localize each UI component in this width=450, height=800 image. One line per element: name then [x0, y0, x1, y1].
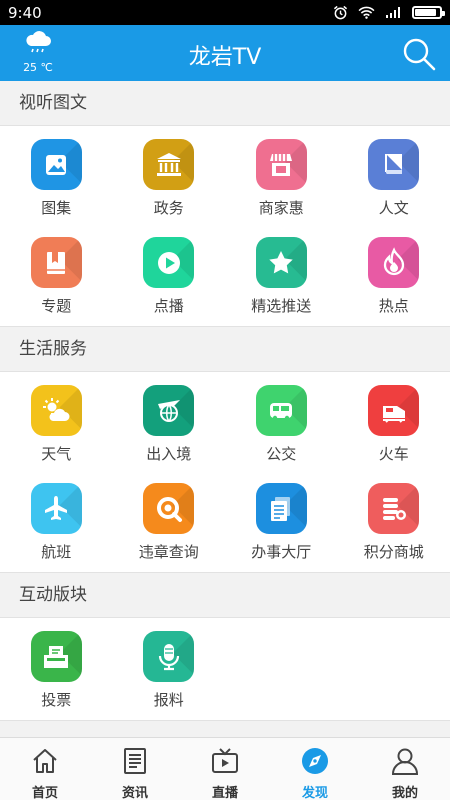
tile-label: 火车	[378, 445, 409, 463]
tile-picture[interactable]: 图集	[0, 139, 113, 237]
section-grid-media: 图集 政务 商家惠 人文专题 点播 精选推送 热点	[0, 126, 450, 327]
tile-label: 报料	[153, 691, 184, 709]
train-icon	[368, 385, 420, 436]
tile-flame[interactable]: 热点	[338, 237, 450, 335]
app-bar: 25 ℃ 龙岩TV	[0, 25, 450, 81]
status-bar: 9:40	[0, 0, 450, 25]
home-icon	[30, 746, 60, 780]
nav-item-user[interactable]: 我的	[360, 738, 450, 800]
tile-label: 积分商城	[363, 543, 424, 561]
search-button[interactable]	[402, 37, 436, 71]
tile-points-list[interactable]: 积分商城	[338, 483, 450, 581]
star-icon	[255, 237, 307, 288]
tile-book[interactable]: 人文	[338, 139, 450, 237]
nav-label: 我的	[391, 786, 418, 800]
tile-label: 航班	[41, 543, 72, 561]
tile-label: 出入境	[146, 445, 192, 463]
tile-label: 商家惠	[258, 199, 304, 217]
sun-cloud-icon	[30, 385, 82, 436]
wifi-icon	[358, 6, 375, 19]
microphone-icon	[143, 631, 195, 682]
tile-plane-globe[interactable]: 出入境	[113, 385, 226, 483]
plane-globe-icon	[143, 385, 195, 436]
tile-bookmark-book[interactable]: 专题	[0, 237, 113, 335]
nav-item-compass[interactable]: 发现	[270, 738, 360, 800]
tile-ballot-box[interactable]: 投票	[0, 631, 113, 729]
status-icons	[333, 5, 445, 20]
ballot-box-icon	[30, 631, 82, 682]
picture-icon	[30, 139, 82, 190]
tile-label: 天气	[41, 445, 72, 463]
documents-icon	[255, 483, 307, 534]
tile-label: 公交	[266, 445, 297, 463]
tile-label: 点播	[153, 297, 184, 315]
news-icon	[120, 746, 150, 780]
nav-item-tv[interactable]: 直播	[180, 738, 270, 800]
points-list-icon	[368, 483, 420, 534]
signal-icon	[386, 7, 400, 18]
tile-microphone[interactable]: 报料	[113, 631, 226, 729]
alarm-icon	[333, 5, 348, 20]
tile-train[interactable]: 火车	[338, 385, 450, 483]
nav-item-news[interactable]: 资讯	[90, 738, 180, 800]
user-icon	[390, 746, 420, 780]
tile-label: 投票	[41, 691, 72, 709]
nav-label: 发现	[301, 786, 328, 800]
government-building-icon	[143, 139, 195, 190]
airplane-icon	[30, 483, 82, 534]
tile-label: 专题	[41, 297, 72, 315]
tile-magnifier[interactable]: 违章查询	[113, 483, 226, 581]
tile-label: 精选推送	[251, 297, 312, 315]
tile-documents[interactable]: 办事大厅	[225, 483, 338, 581]
nav-label: 资讯	[121, 786, 148, 800]
tile-label: 热点	[378, 297, 409, 315]
tile-label: 图集	[41, 199, 72, 217]
bottom-navigation: 首页 资讯 直播 发现 我的	[0, 737, 450, 800]
flame-icon	[368, 237, 420, 288]
app-title: 龙岩TV	[188, 45, 262, 70]
tile-government-building[interactable]: 政务	[113, 139, 226, 237]
section-grid-services: 天气 出入境 公交 火车航班 违章查询 办事大厅 积分商城	[0, 372, 450, 573]
play-icon	[143, 237, 195, 288]
bookmark-book-icon	[30, 237, 82, 288]
tile-label: 政务	[153, 199, 184, 217]
tile-label: 办事大厅	[251, 543, 312, 561]
tile-shop[interactable]: 商家惠	[225, 139, 338, 237]
bus-icon	[255, 385, 307, 436]
magnifier-icon	[143, 483, 195, 534]
tile-label: 人文	[378, 199, 409, 217]
section-header-media: 视听图文	[0, 81, 450, 126]
compass-icon	[300, 746, 330, 780]
status-time: 9:40	[8, 3, 42, 22]
nav-label: 首页	[31, 786, 58, 800]
tile-star[interactable]: 精选推送	[225, 237, 338, 335]
nav-item-home[interactable]: 首页	[0, 738, 90, 800]
section-grid-interactive: 投票 报料	[0, 618, 450, 721]
shop-icon	[255, 139, 307, 190]
tile-play[interactable]: 点播	[113, 237, 226, 335]
battery-icon	[412, 6, 445, 19]
tile-airplane[interactable]: 航班	[0, 483, 113, 581]
tile-bus[interactable]: 公交	[225, 385, 338, 483]
nav-label: 直播	[211, 786, 238, 800]
book-icon	[368, 139, 420, 190]
tile-label: 违章查询	[138, 543, 199, 561]
search-icon	[403, 38, 436, 71]
tile-sun-cloud[interactable]: 天气	[0, 385, 113, 483]
tv-icon	[210, 746, 240, 780]
discover-content: 视听图文 图集 政务 商家惠 人文 专题 点播 精选推送 热点 生活服务 天气 出入境 公交 火车航…	[0, 81, 450, 737]
